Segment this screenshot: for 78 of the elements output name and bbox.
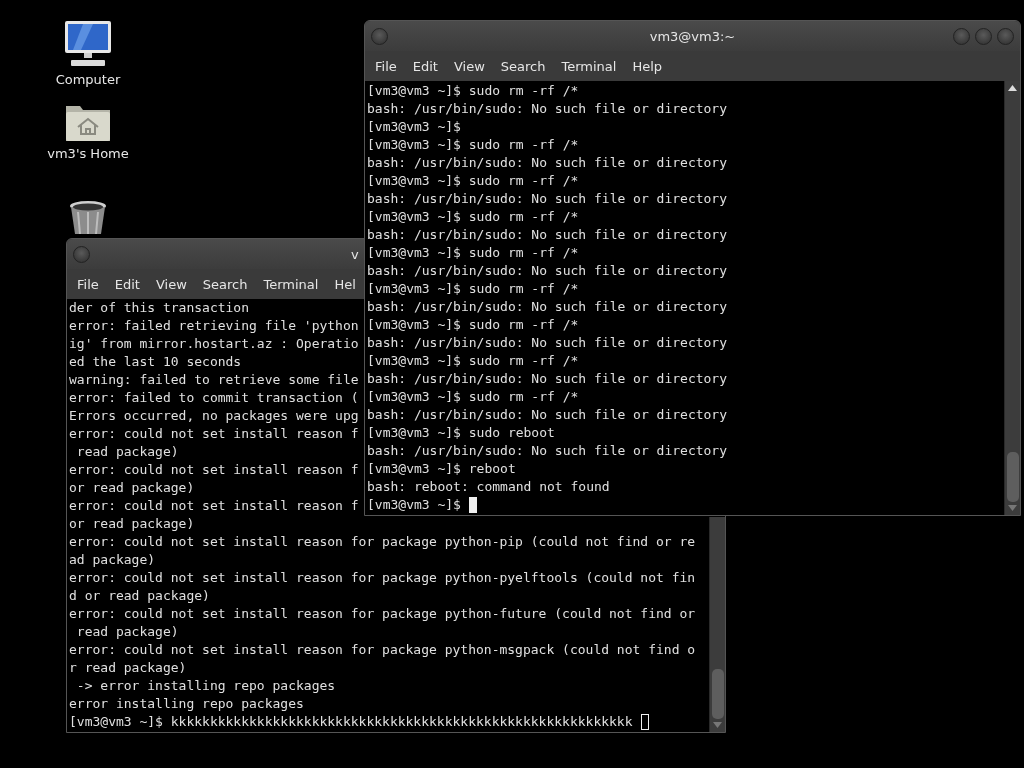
terminal-line: [vm3@vm3 ~]$ sudo rm -rf /* [367, 316, 579, 334]
terminal-line: Errors occurred, no packages were upg [69, 407, 359, 425]
scroll-thumb[interactable] [711, 669, 724, 719]
terminal-line: bash: /usr/bin/sudo: No such file or directory [367, 370, 728, 388]
terminal-line: bash: /usr/bin/sudo: No such file or directory [367, 154, 728, 172]
computer-icon[interactable] [63, 20, 113, 68]
terminal-line: error: failed to commit transaction ( [69, 389, 359, 407]
terminal-line: [vm3@vm3 ~]$ sudo rm -rf /* [367, 208, 579, 226]
terminal-line: [vm3@vm3 ~]$ sudo rm -rf /* [367, 244, 579, 262]
terminal-line: error: could not set install reason for package python-pyelftools (could not fin [69, 569, 696, 587]
terminal-line: bash: /usr/bin/sudo: No such file or directory [367, 442, 728, 460]
terminal-line: warning: failed to retrieve some file [69, 371, 359, 389]
terminal-line: bash: /usr/bin/sudo: No such file or directory [367, 262, 728, 280]
terminal-line: bash: /usr/bin/sudo: No such file or directory [367, 334, 728, 352]
close-button[interactable] [997, 27, 1014, 45]
scroll-down-icon[interactable] [713, 722, 722, 728]
terminal-line: bash: /usr/bin/sudo: No such file or directory [367, 298, 728, 316]
terminal-line: bash: reboot: command not found [367, 478, 610, 496]
terminal-line: [vm3@vm3 ~]$ [367, 118, 461, 136]
terminal-line: [vm3@vm3 ~]$ sudo rm -rf /* [367, 82, 579, 100]
menu-item[interactable]: View [445, 58, 493, 74]
menu-item[interactable]: Terminal [255, 276, 327, 292]
terminal-line: [vm3@vm3 ~]$ sudo rm -rf /* [367, 280, 579, 298]
scrollbar[interactable] [709, 517, 725, 732]
menu-item[interactable]: Search [492, 58, 554, 74]
window-menu-button[interactable] [73, 245, 90, 263]
scroll-thumb[interactable] [1006, 452, 1019, 502]
terminal-line: ig' from mirror.hostart.az : Operatio [69, 335, 359, 353]
menu-item[interactable]: Help [624, 58, 671, 74]
terminal-line: -> error installing repo packages [75, 677, 336, 695]
scroll-up-icon[interactable] [1008, 85, 1017, 91]
terminal-line: [vm3@vm3 ~]$ [367, 496, 461, 514]
terminal-line: [vm3@vm3 ~]$ kkkkkkkkkkkkkkkkkkkkkkkkkkkkkkkkkkkkkkkkkkkkkkkkkkkkkkkkkkk [69, 713, 633, 731]
terminal-line: read package) [75, 623, 179, 641]
window-menu-button[interactable] [371, 27, 388, 45]
menu-item[interactable]: Edit [106, 276, 148, 292]
terminal-line: [vm3@vm3 ~]$ sudo rm -rf /* [367, 388, 579, 406]
icon-label: Computer [55, 72, 121, 87]
terminal-line: error: could not set install reason f [69, 425, 359, 443]
terminal-line: error: could not set install reason for package python-future (could not find or [69, 605, 696, 623]
terminal-line: r read package) [69, 659, 187, 677]
trash-icon[interactable] [68, 200, 108, 234]
terminal-line: [vm3@vm3 ~]$ sudo rm -rf /* [367, 352, 579, 370]
terminal-line: ad package) [69, 551, 156, 569]
minimize-button[interactable] [953, 27, 970, 45]
terminal-line: error: could not set install reason for package python-pip (could not find or re [69, 533, 696, 551]
terminal-line: ed the last 10 seconds [69, 353, 242, 371]
terminal-line: or read package) [69, 515, 195, 533]
terminal-line: bash: /usr/bin/sudo: No such file or directory [367, 100, 728, 118]
terminal-line: error installing repo packages [69, 695, 304, 713]
icon-label: vm3's Home [47, 146, 129, 161]
terminal-line: [vm3@vm3 ~]$ sudo rm -rf /* [367, 136, 579, 154]
terminal-line: read package) [75, 443, 179, 461]
terminal-line: [vm3@vm3 ~]$ reboot [367, 460, 516, 478]
menu-item[interactable]: Search [194, 276, 256, 292]
window-title: v [351, 246, 359, 262]
terminal-line: bash: /usr/bin/sudo: No such file or directory [367, 226, 728, 244]
menu-item[interactable]: File [367, 58, 405, 74]
terminal-line: error: could not set install reason f [69, 497, 359, 515]
terminal-line: [vm3@vm3 ~]$ sudo rm -rf /* [367, 172, 579, 190]
terminal-line: error: could not set install reason for package python-msgpack (could not find o [69, 641, 696, 659]
terminal-line: or read package) [69, 479, 195, 497]
menu-item[interactable]: Terminal [553, 58, 625, 74]
menu-item[interactable]: Edit [404, 58, 446, 74]
scrollbar[interactable] [1004, 81, 1020, 515]
menu-item[interactable]: Hel [326, 276, 364, 292]
terminal-line: error: could not set install reason f [69, 461, 359, 479]
terminal-line: d or read package) [69, 587, 210, 605]
terminal-line: [vm3@vm3 ~]$ sudo reboot [367, 424, 555, 442]
terminal-line: der of this transaction [69, 299, 249, 317]
window-title: vm3@vm3:~ [649, 28, 736, 44]
terminal-line: bash: /usr/bin/sudo: No such file or directory [367, 406, 728, 424]
menu-item[interactable]: File [69, 276, 107, 292]
terminal-line: error: failed retrieving file 'python [69, 317, 359, 335]
terminal-line: bash: /usr/bin/sudo: No such file or directory [367, 190, 728, 208]
scroll-down-icon[interactable] [1008, 505, 1017, 511]
menu-item[interactable]: View [147, 276, 195, 292]
maximize-button[interactable] [975, 27, 992, 45]
